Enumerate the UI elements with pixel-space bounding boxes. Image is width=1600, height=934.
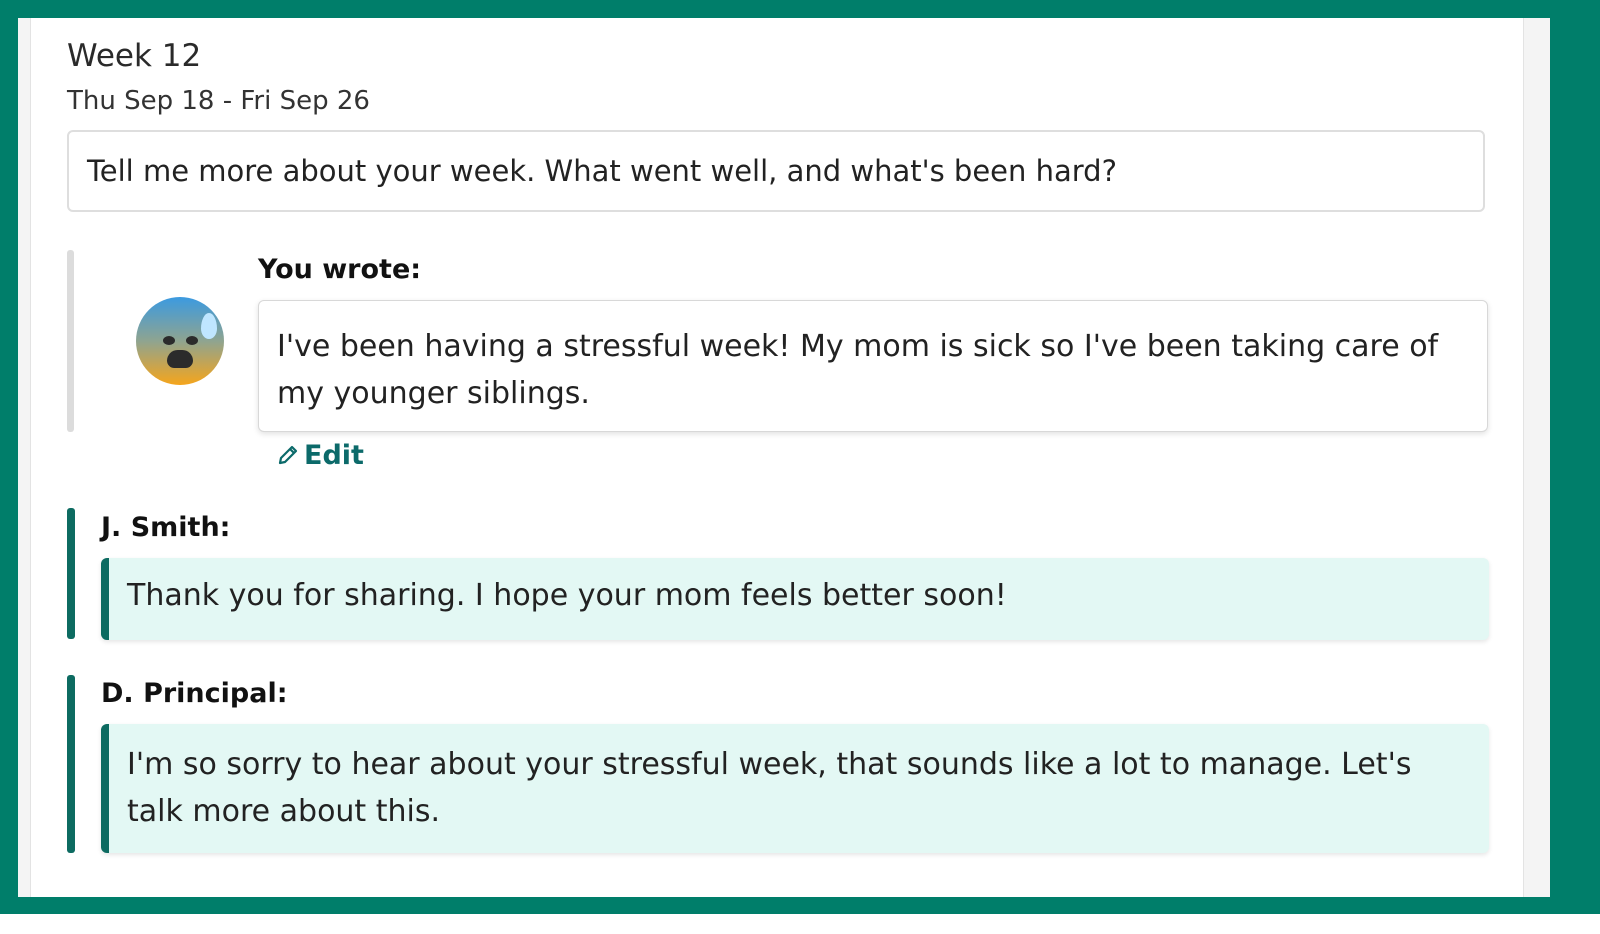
week-title: Week 12 [67,38,202,74]
reply-bar [67,675,75,853]
left-eye [163,336,175,345]
reply-message-box: Thank you for sharing. I hope your mom f… [101,558,1489,640]
reply-message-text: I'm so sorry to hear about your stressfu… [127,747,1412,829]
self-response-label: You wrote: [258,254,422,285]
anxious-sweat-face-icon [136,297,224,385]
prompt-text: Tell me more about your week. What went … [87,154,1117,188]
sweat-drop [201,313,217,339]
self-response-box: I've been having a stressful week! My mo… [258,300,1488,432]
reply-message-text: Thank you for sharing. I hope your mom f… [127,578,1007,613]
week-date-range: Thu Sep 18 - Fri Sep 26 [67,86,370,116]
reply-bar [67,508,75,639]
edit-label: Edit [304,439,364,471]
right-eye [186,336,198,345]
prompt-box: Tell me more about your week. What went … [67,130,1485,212]
reply-author: D. Principal: [101,678,288,709]
self-response-bar [67,250,74,432]
journal-card: Week 12 Thu Sep 18 - Fri Sep 26 Tell me … [18,18,1550,897]
reply-message-box: I'm so sorry to hear about your stressfu… [101,724,1489,853]
edit-response-link[interactable]: Edit [276,437,364,473]
reply-author: J. Smith: [101,512,231,543]
journal-entry: Week 12 Thu Sep 18 - Fri Sep 26 Tell me … [30,18,1524,897]
pencil-icon [278,445,298,465]
frame-bottom-strip [0,914,1600,934]
self-response-text: I've been having a stressful week! My mo… [277,329,1439,411]
mouth [167,350,193,368]
